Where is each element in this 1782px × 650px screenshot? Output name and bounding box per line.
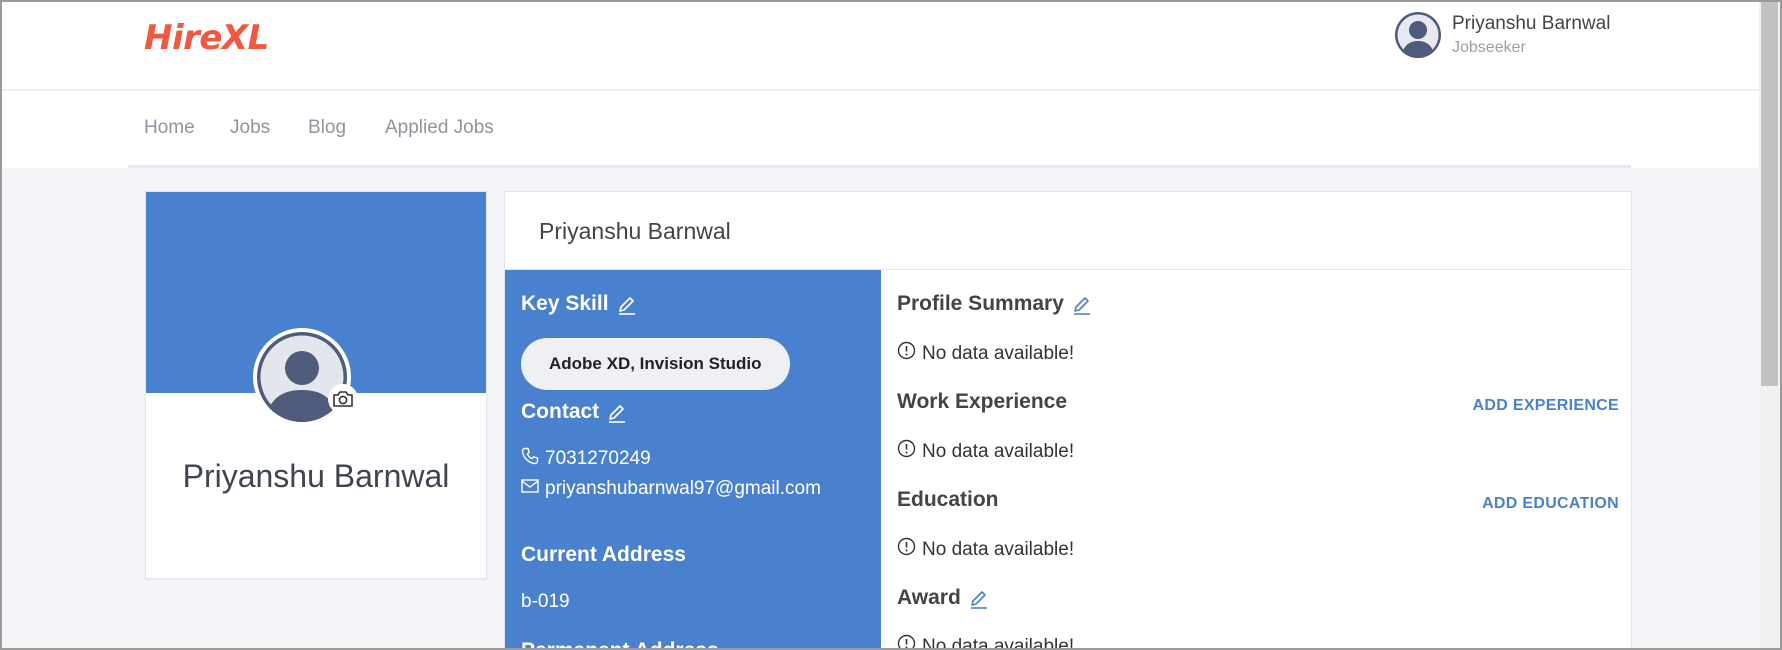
user-avatar-icon[interactable] — [1395, 12, 1441, 58]
mail-icon — [521, 478, 539, 500]
info-sidebar: Key Skill Adobe XD, Invision Studio Cont… — [505, 270, 881, 650]
profile-summary-title: Profile Summary — [897, 292, 1064, 315]
user-role: Jobseeker — [1452, 39, 1526, 56]
permanent-address-title: Permanent Address — [521, 639, 719, 650]
current-address-value: b-019 — [521, 591, 570, 612]
current-address-title: Current Address — [521, 543, 686, 566]
nav-blog[interactable]: Blog — [308, 117, 346, 139]
empty-message: No data available! — [922, 538, 1075, 560]
nav-jobs[interactable]: Jobs — [230, 117, 270, 139]
key-skill-title: Key Skill — [521, 292, 609, 315]
info-icon — [897, 341, 916, 366]
email-address: priyanshubarnwal97@gmail.com — [545, 478, 821, 499]
profile-card: Priyanshu Barnwal — [145, 191, 487, 579]
award-empty: No data available! — [897, 634, 1074, 650]
edit-icon[interactable] — [969, 587, 989, 609]
current-address-section: Current Address — [521, 543, 686, 567]
profile-summary-empty: No data available! — [897, 341, 1074, 366]
work-experience-empty: No data available! — [897, 439, 1074, 464]
edit-icon[interactable] — [617, 293, 637, 315]
add-experience-button[interactable]: ADD EXPERIENCE — [1473, 397, 1619, 415]
info-icon — [897, 634, 916, 650]
scrollbar-thumb[interactable] — [1761, 0, 1778, 386]
nav-divider — [128, 165, 1631, 168]
skill-tag[interactable]: Adobe XD, Invision Studio — [521, 338, 790, 390]
empty-message: No data available! — [922, 342, 1075, 364]
phone-icon — [521, 447, 539, 471]
education-empty: No data available! — [897, 537, 1074, 562]
profile-details-card: Priyanshu Barnwal Key Skill Adobe XD, In… — [504, 191, 1632, 650]
work-experience-title: Work Experience — [897, 390, 1068, 413]
award-title: Award — [897, 586, 961, 609]
contact-title: Contact — [521, 400, 600, 423]
education-title: Education — [897, 488, 999, 511]
details-title: Priyanshu Barnwal — [539, 218, 731, 244]
add-education-button[interactable]: ADD EDUCATION — [1482, 495, 1619, 513]
user-name: Priyanshu Barnwal — [1452, 13, 1611, 34]
contact-email: priyanshubarnwal97@gmail.com — [521, 478, 821, 500]
empty-message: No data available! — [922, 440, 1075, 462]
profile-sections: Profile Summary No data available! Work … — [897, 270, 1619, 650]
contact-phone: 7031270249 — [521, 447, 651, 471]
camera-icon[interactable] — [328, 384, 358, 414]
work-experience-section: Work Experience — [897, 390, 1067, 414]
contact-section: Contact — [521, 400, 627, 424]
brand-logo[interactable]: HireXL — [144, 18, 269, 58]
top-header: HireXL Priyanshu Barnwal Jobseeker — [0, 0, 1759, 90]
permanent-address-section: Permanent Address — [521, 639, 719, 650]
education-section: Education — [897, 488, 999, 512]
empty-message: No data available! — [922, 635, 1075, 650]
page-scrollbar[interactable] — [1759, 0, 1780, 650]
info-icon — [897, 439, 916, 464]
nav-applied-jobs[interactable]: Applied Jobs — [385, 117, 494, 139]
nav-home[interactable]: Home — [144, 117, 195, 139]
phone-number: 7031270249 — [545, 448, 651, 469]
key-skill-section: Key Skill — [521, 292, 637, 316]
edit-icon[interactable] — [607, 401, 627, 423]
profile-summary-section: Profile Summary — [897, 292, 1092, 316]
award-section: Award — [897, 586, 989, 610]
edit-icon[interactable] — [1072, 293, 1092, 315]
info-icon — [897, 537, 916, 562]
profile-name: Priyanshu Barnwal — [182, 458, 450, 494]
main-nav: Home Jobs Blog Applied Jobs — [0, 91, 1759, 168]
